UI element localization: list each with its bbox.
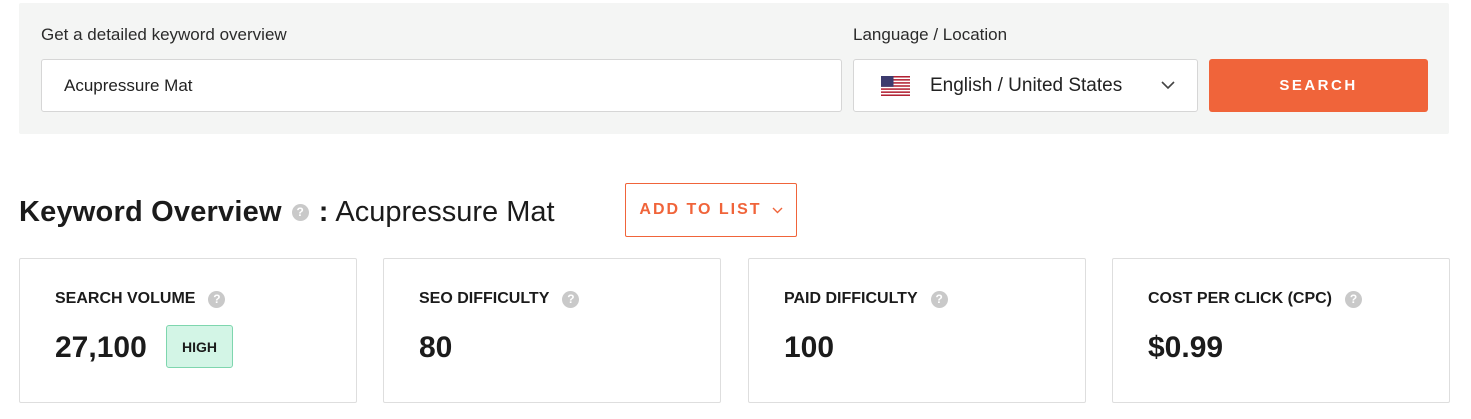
chevron-down-icon xyxy=(1161,81,1175,90)
metric-value: 27,100 xyxy=(55,331,147,364)
metric-label: SEO DIFFICULTY ? xyxy=(419,290,580,308)
keyword-overview-heading: Keyword Overview ? : Acupressure Mat xyxy=(19,189,555,235)
language-field-label: Language / Location xyxy=(853,25,1008,44)
metric-card-seo-difficulty: SEO DIFFICULTY ? 80 xyxy=(383,258,721,403)
add-to-list-button[interactable]: ADD TO LIST xyxy=(625,183,797,237)
language-location-value: English / United States xyxy=(930,74,1123,96)
metric-card-search-volume: SEARCH VOLUME ? 27,100 HIGH xyxy=(19,258,357,403)
us-flag-icon xyxy=(881,75,910,96)
title-separator: : xyxy=(318,195,329,228)
keyword-search-panel: Get a detailed keyword overview Language… xyxy=(19,3,1449,134)
chevron-down-icon xyxy=(772,207,783,213)
help-icon[interactable]: ? xyxy=(1345,290,1362,308)
metric-label-text: COST PER CLICK (CPC) xyxy=(1148,290,1332,307)
help-icon[interactable]: ? xyxy=(208,290,226,308)
add-to-list-label: ADD TO LIST xyxy=(639,201,762,218)
metric-label-text: PAID DIFFICULTY xyxy=(784,290,918,307)
page-title: Keyword Overview xyxy=(19,195,282,228)
metric-label: SEARCH VOLUME ? xyxy=(55,290,226,308)
metric-label-text: SEARCH VOLUME xyxy=(55,290,196,307)
metric-card-paid-difficulty: PAID DIFFICULTY ? 100 xyxy=(748,258,1086,403)
metric-label: COST PER CLICK (CPC) ? xyxy=(1148,290,1362,308)
keyword-search-input[interactable] xyxy=(41,59,842,112)
metric-value: $0.99 xyxy=(1148,331,1224,364)
volume-level-badge: HIGH xyxy=(166,325,233,368)
language-location-select[interactable]: English / United States xyxy=(853,59,1198,112)
metric-label-text: SEO DIFFICULTY xyxy=(419,290,550,307)
overview-keyword: Acupressure Mat xyxy=(335,195,555,228)
search-button[interactable]: SEARCH xyxy=(1209,59,1428,112)
metric-card-cost-per-click: COST PER CLICK (CPC) ? $0.99 xyxy=(1112,258,1450,403)
metric-label: PAID DIFFICULTY ? xyxy=(784,290,948,308)
metric-value: 80 xyxy=(419,331,453,364)
help-icon[interactable]: ? xyxy=(562,290,580,308)
help-icon[interactable]: ? xyxy=(291,203,309,221)
metric-value: 100 xyxy=(784,331,835,364)
keyword-field-label: Get a detailed keyword overview xyxy=(41,25,287,44)
help-icon[interactable]: ? xyxy=(930,290,948,308)
